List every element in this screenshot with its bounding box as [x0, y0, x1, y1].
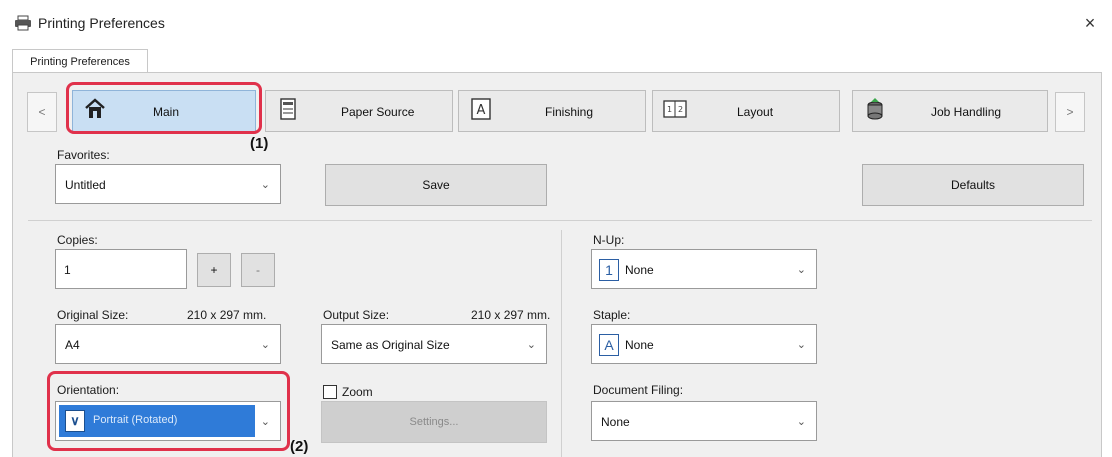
navtab-finishing[interactable]: A Finishing	[458, 90, 646, 132]
copies-increment-button[interactable]: +	[197, 253, 231, 287]
tab-printing-preferences[interactable]: Printing Preferences	[12, 49, 148, 73]
highlight-orientation	[47, 371, 290, 451]
title-bar	[0, 0, 1112, 46]
navtab-finishing-label: Finishing	[545, 105, 594, 119]
output-size-value: Same as Original Size	[331, 338, 450, 352]
staple-label: Staple:	[593, 308, 631, 322]
copies-value: 1	[64, 263, 71, 277]
defaults-button[interactable]: Defaults	[862, 164, 1084, 206]
navtab-paper-source-label: Paper Source	[341, 105, 415, 119]
original-size-select[interactable]: A4 ⌄	[55, 324, 281, 364]
chevron-down-icon: ⌄	[796, 264, 806, 276]
chevron-down-icon: ⌄	[260, 339, 270, 351]
close-button[interactable]: ×	[1076, 10, 1104, 36]
favorites-select[interactable]: Untitled ⌄	[55, 164, 281, 204]
staple-value: None	[625, 338, 654, 352]
navtab-job-handling[interactable]: Job Handling	[852, 90, 1048, 132]
settings-button[interactable]: Settings...	[321, 401, 547, 443]
chevron-down-icon: ⌄	[260, 179, 270, 191]
navtab-job-handling-label: Job Handling	[931, 105, 1002, 119]
favorites-label: Favorites:	[57, 148, 110, 162]
staple-select[interactable]: A None ⌄	[591, 324, 817, 364]
original-size-value: A4	[65, 338, 80, 352]
favorites-value: Untitled	[65, 178, 106, 192]
document-filing-select[interactable]: None ⌄	[591, 401, 817, 441]
divider	[561, 230, 562, 457]
navtab-paper-source[interactable]: Paper Source	[265, 90, 453, 132]
callout-1: (1)	[250, 135, 269, 152]
output-size-select[interactable]: Same as Original Size ⌄	[321, 324, 547, 364]
chevron-down-icon: ⌄	[796, 339, 806, 351]
copies-decrement-button[interactable]: -	[241, 253, 275, 287]
layout-icon: 1 2	[663, 100, 687, 118]
zoom-label: Zoom	[342, 385, 373, 399]
paper-tray-icon	[280, 98, 296, 120]
callout-2: (2)	[290, 438, 309, 455]
svg-text:2: 2	[678, 105, 683, 114]
output-size-dimensions: 210 x 297 mm.	[471, 308, 551, 322]
divider	[28, 220, 1092, 221]
nup-value: None	[625, 263, 654, 277]
document-filing-value: None	[601, 415, 630, 429]
highlight-main-tab	[66, 82, 262, 134]
zoom-checkbox[interactable]	[323, 385, 337, 399]
nup-select[interactable]: 1 None ⌄	[591, 249, 817, 289]
chevron-down-icon: ⌄	[526, 339, 536, 351]
navtab-layout-label: Layout	[737, 105, 774, 119]
svg-text:1: 1	[667, 105, 672, 114]
output-size-label: Output Size:	[323, 308, 390, 322]
original-size-dimensions: 210 x 297 mm.	[187, 308, 267, 322]
document-filing-label: Document Filing:	[593, 383, 684, 397]
svg-text:A: A	[477, 103, 486, 118]
original-size-label: Original Size:	[57, 308, 129, 322]
finishing-icon: A	[471, 98, 491, 120]
copies-input[interactable]: 1	[55, 249, 187, 289]
printer-icon	[15, 15, 31, 31]
navtab-layout[interactable]: 1 2 Layout	[652, 90, 840, 132]
nav-prev-button[interactable]: <	[27, 92, 57, 132]
staple-icon: A	[599, 334, 619, 356]
window-title: Printing Preferences	[38, 15, 165, 31]
copies-label: Copies:	[57, 233, 98, 247]
nup-label: N-Up:	[593, 233, 625, 247]
nav-next-button[interactable]: >	[1055, 92, 1085, 132]
chevron-down-icon: ⌄	[796, 416, 806, 428]
nup-icon: 1	[599, 259, 619, 281]
job-handling-icon	[867, 98, 883, 120]
save-button[interactable]: Save	[325, 164, 547, 206]
